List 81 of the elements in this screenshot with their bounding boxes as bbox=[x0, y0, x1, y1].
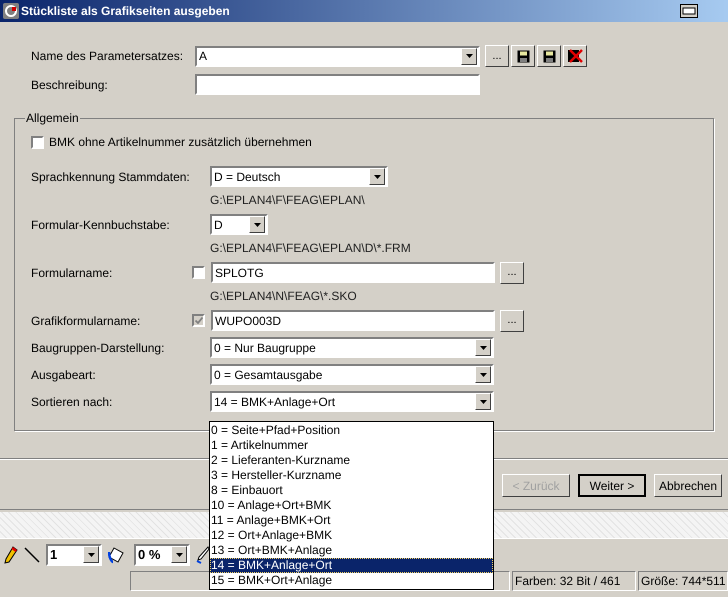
save-button[interactable] bbox=[511, 45, 535, 67]
delete-icon bbox=[567, 49, 583, 63]
list-item[interactable]: 2 = Lieferanten-Kurzname bbox=[210, 453, 493, 468]
combo-value: 14 = BMK+Anlage+Ort bbox=[213, 394, 336, 410]
dropdown-button[interactable] bbox=[249, 216, 265, 233]
save-as-icon bbox=[542, 50, 556, 62]
combo-box[interactable]: D bbox=[210, 214, 268, 235]
caret-icon bbox=[88, 552, 94, 556]
combo-value: A bbox=[198, 48, 208, 65]
status-text: Farben: 32 Bit / 461 bbox=[512, 571, 636, 591]
browse-button[interactable]: ... bbox=[500, 262, 524, 284]
combo-box[interactable]: 14 = BMK+Anlage+Ort bbox=[210, 391, 494, 412]
caret-icon bbox=[480, 346, 486, 350]
browse-button[interactable]: ... bbox=[485, 45, 509, 67]
delete-button[interactable] bbox=[563, 45, 587, 67]
combo-box[interactable]: D = Deutsch bbox=[210, 166, 388, 187]
check-icon bbox=[194, 317, 202, 324]
path-text: G:\EPLAN4\F\FEAG\EPLAN\ bbox=[210, 192, 365, 209]
dropdown-button[interactable] bbox=[461, 48, 477, 64]
status-text: Größe: 744*511 bbox=[638, 571, 728, 591]
app-icon bbox=[3, 3, 19, 19]
dropdown-button[interactable] bbox=[475, 393, 491, 410]
caret-icon bbox=[254, 222, 260, 226]
path-text: G:\EPLAN4\N\FEAG\*.SKO bbox=[210, 288, 357, 305]
list-item[interactable]: 12 = Ort+Anlage+BMK bbox=[210, 528, 493, 543]
combo-value: 0 = Gesamtausgabe bbox=[213, 366, 324, 384]
combo-box[interactable]: A bbox=[195, 46, 480, 66]
field-value: SPLOTG bbox=[214, 264, 264, 282]
combo-box[interactable]: 0 % bbox=[134, 544, 190, 566]
list-item[interactable]: 14 = BMK+Anlage+Ort bbox=[210, 558, 493, 573]
dialog-button[interactable]: Weiter > bbox=[578, 474, 646, 497]
dropdown-button[interactable] bbox=[475, 339, 491, 356]
caret-icon bbox=[480, 400, 486, 404]
dialog-button[interactable]: Abbrechen bbox=[654, 474, 722, 497]
field-label: Sortieren nach: bbox=[31, 394, 114, 410]
list-item[interactable]: 8 = Einbauort bbox=[210, 483, 493, 498]
combo-box[interactable]: 1 bbox=[46, 544, 102, 566]
field-label: Beschreibung: bbox=[30, 76, 109, 94]
field-label: Name des Parametersatzes: bbox=[30, 48, 184, 65]
combo-box[interactable]: 0 = Nur Baugruppe bbox=[210, 337, 494, 358]
window-title: Stückliste als Grafikseiten ausgeben bbox=[21, 3, 231, 20]
description-field[interactable] bbox=[195, 74, 480, 95]
list-item[interactable]: 3 = Hersteller-Kurzname bbox=[210, 468, 493, 483]
dropdown-button[interactable] bbox=[475, 366, 491, 383]
caret-icon bbox=[480, 372, 486, 376]
combo-value: 0 = Nur Baugruppe bbox=[213, 340, 317, 356]
checkbox[interactable] bbox=[192, 266, 205, 279]
path-text: G:\EPLAN4\F\FEAG\EPLAN\D\*.FRM bbox=[210, 240, 411, 257]
dropdown-button[interactable] bbox=[369, 168, 385, 185]
field-label: Grafikformularname: bbox=[31, 312, 142, 330]
checkbox[interactable] bbox=[31, 136, 44, 148]
list-item[interactable]: 11 = Anlage+BMK+Ort bbox=[210, 513, 493, 528]
field-label: Formularname: bbox=[31, 264, 114, 282]
combo-value: D = Deutsch bbox=[213, 168, 282, 186]
combo-value: 1 bbox=[49, 546, 58, 564]
list-item[interactable]: 1 = Artikelnummer bbox=[210, 438, 493, 453]
field-value: WUPO003D bbox=[214, 312, 282, 330]
combo-box[interactable]: 0 = Gesamtausgabe bbox=[210, 364, 494, 385]
dropdown-button[interactable] bbox=[171, 546, 187, 563]
group-title: Allgemein bbox=[25, 110, 80, 127]
combo-value: 0 % bbox=[137, 546, 162, 564]
line-icon[interactable] bbox=[24, 546, 40, 562]
pencil-icon[interactable] bbox=[4, 546, 18, 564]
caret-icon bbox=[374, 174, 380, 178]
dropdown-button[interactable] bbox=[83, 546, 99, 563]
eyedropper-icon[interactable] bbox=[196, 546, 210, 564]
caret-icon bbox=[176, 552, 182, 556]
field-label: Formular-Kennbuchstabe: bbox=[31, 216, 171, 234]
field-label: Baugruppen-Darstellung: bbox=[31, 340, 166, 356]
caret-icon bbox=[466, 54, 472, 58]
save-icon bbox=[516, 50, 530, 62]
field-label: Ausgabeart: bbox=[31, 366, 97, 384]
checkbox-label: BMK ohne Artikelnummer zusätzlich übernehmen bbox=[49, 134, 312, 151]
list-item[interactable]: 15 = BMK+Ort+Anlage bbox=[210, 573, 493, 588]
save-as-button[interactable] bbox=[537, 45, 561, 67]
text-field[interactable]: SPLOTG bbox=[211, 262, 495, 283]
list-item[interactable]: 10 = Anlage+Ort+BMK bbox=[210, 498, 493, 513]
list-item[interactable]: 0 = Seite+Pfad+Position bbox=[210, 423, 493, 438]
combo-value: D bbox=[213, 216, 224, 234]
list-item[interactable]: 13 = Ort+BMK+Anlage bbox=[210, 543, 493, 558]
field-label: Sprachkennung Stammdaten: bbox=[31, 168, 191, 186]
